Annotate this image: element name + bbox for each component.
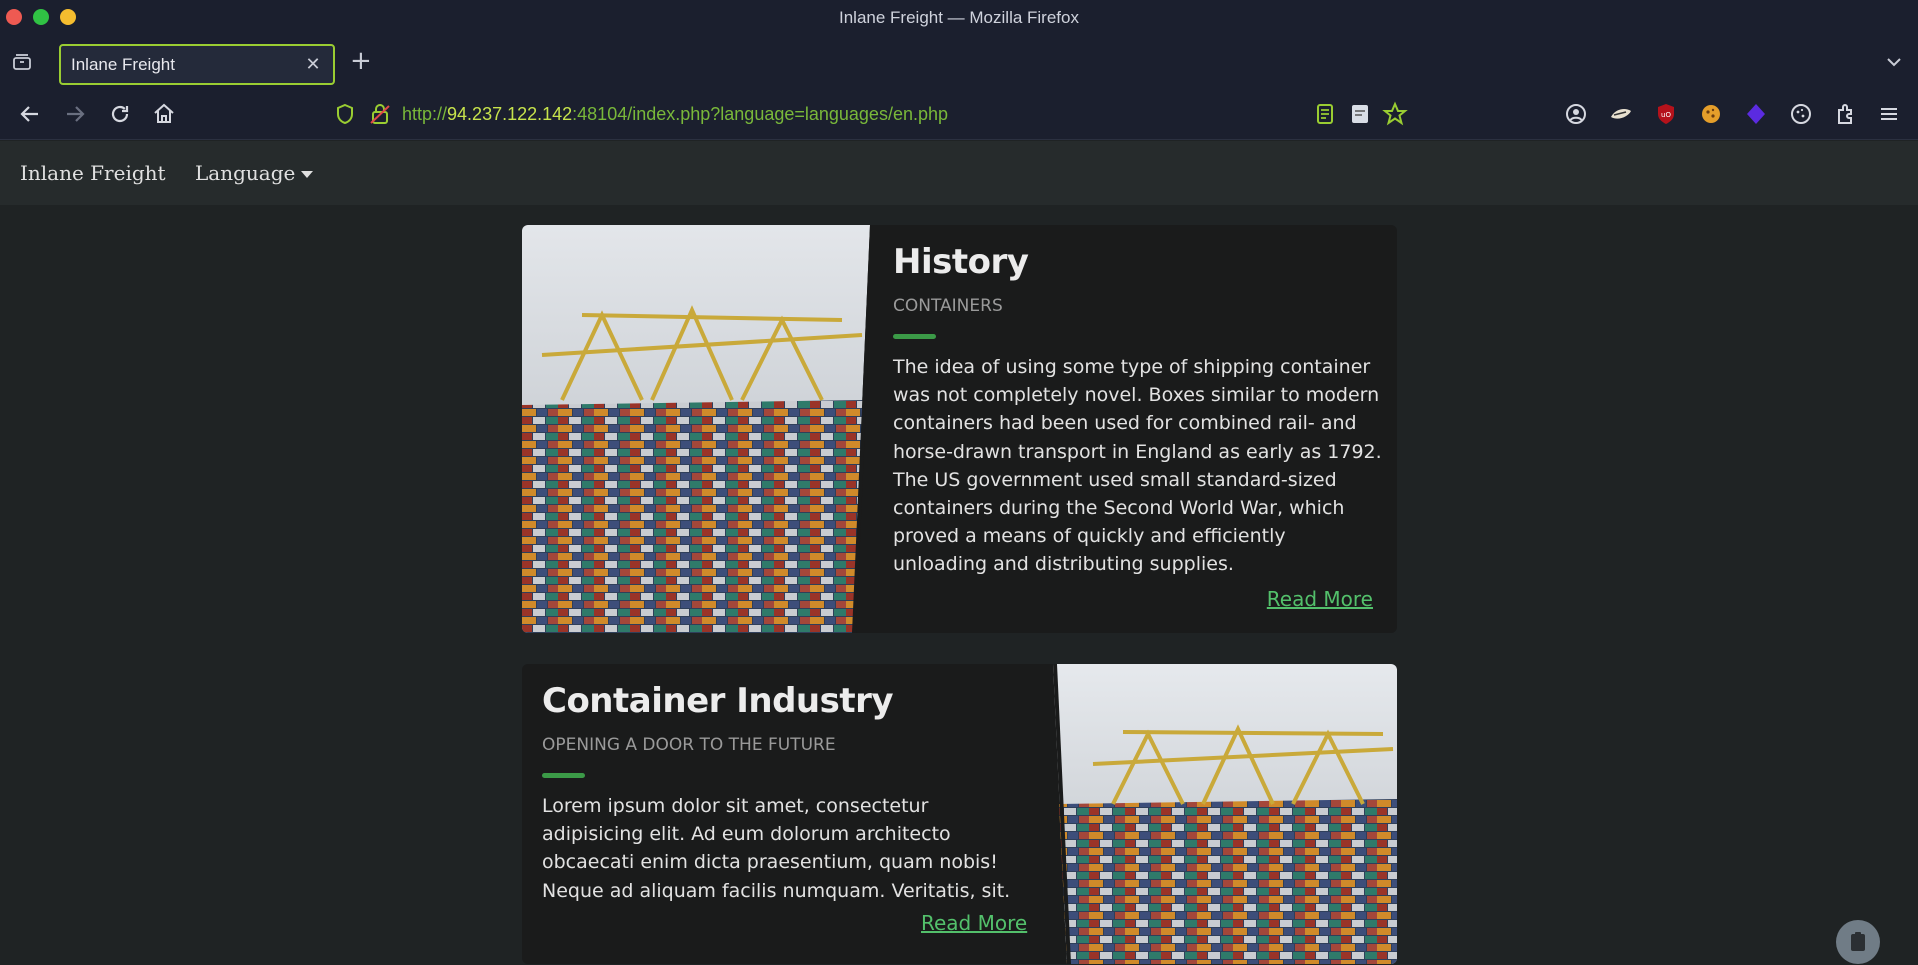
hamburger-menu-icon[interactable] xyxy=(1876,101,1902,127)
caret-down-icon xyxy=(301,171,314,178)
url-host: 94.237.122.142 xyxy=(447,104,573,124)
reload-icon[interactable] xyxy=(107,101,133,127)
cookie-icon[interactable] xyxy=(1788,101,1814,127)
card-text: Lorem ipsum dolor sit amet, consectetur … xyxy=(542,795,1011,902)
site-brand-link[interactable]: Inlane Freight xyxy=(20,161,166,185)
container-port-photo xyxy=(1053,664,1397,964)
extensions-puzzle-icon[interactable] xyxy=(1833,101,1859,127)
clipboard-button[interactable] xyxy=(1836,920,1880,964)
container-industry-card-body: Container Industry OPENING A DOOR TO THE… xyxy=(542,681,1022,905)
lock-icon[interactable] xyxy=(367,101,393,127)
card-subtitle: OPENING A DOOR TO THE FUTURE xyxy=(542,735,836,755)
reader-view-icon[interactable] xyxy=(1312,101,1338,127)
tab-active[interactable]: Inlane Freight ✕ xyxy=(59,44,335,85)
new-tab-button[interactable]: + xyxy=(350,48,372,74)
url-protocol: http:// xyxy=(402,104,448,124)
card-title: History xyxy=(893,242,1029,282)
forward-arrow-icon[interactable] xyxy=(62,101,88,127)
accent-line xyxy=(542,773,585,778)
accent-line xyxy=(893,334,936,339)
back-arrow-icon[interactable] xyxy=(17,101,43,127)
window-titlebar: Inlane Freight — Mozilla Firefox xyxy=(0,0,1918,36)
read-more-link[interactable]: Read More xyxy=(1267,587,1373,611)
close-window-button[interactable] xyxy=(6,9,22,25)
container-port-photo xyxy=(522,225,870,633)
language-label: Language xyxy=(195,161,296,185)
card-subtitle: CONTAINERS xyxy=(893,296,1003,316)
history-card-body: History CONTAINERS The idea of using som… xyxy=(893,242,1383,579)
cookie-extension-icon[interactable] xyxy=(1698,101,1724,127)
svg-text:uO: uO xyxy=(1661,111,1671,119)
tab-strip: Inlane Freight ✕ + xyxy=(0,36,1918,88)
home-icon[interactable] xyxy=(151,101,177,127)
ublock-origin-icon[interactable]: uO xyxy=(1653,101,1679,127)
read-more-link[interactable]: Read More xyxy=(921,911,1027,935)
card-text: The idea of using some type of shipping … xyxy=(893,356,1382,576)
minimize-window-button[interactable] xyxy=(60,9,76,25)
bookmark-star-icon[interactable] xyxy=(1382,101,1408,127)
container-tabs-icon[interactable] xyxy=(1608,101,1634,127)
url-bar[interactable]: http://94.237.122.142:48104/index.php?la… xyxy=(402,104,948,125)
tab-close-icon[interactable]: ✕ xyxy=(303,54,323,75)
shield-icon[interactable] xyxy=(332,101,358,127)
chevron-down-icon[interactable] xyxy=(1884,52,1904,72)
url-path: :48104/index.php?language=languages/en.p… xyxy=(572,104,949,124)
clipboard-icon xyxy=(1851,932,1865,951)
window-controls xyxy=(6,9,76,25)
card-title: Container Industry xyxy=(542,681,894,721)
site-navbar: Inlane Freight Language xyxy=(0,141,1918,205)
maximize-window-button[interactable] xyxy=(33,9,49,25)
history-card: History CONTAINERS The idea of using som… xyxy=(522,225,1397,633)
extension-page-icon[interactable] xyxy=(1347,101,1373,127)
tab-list-icon[interactable] xyxy=(10,50,34,74)
container-industry-card: Container Industry OPENING A DOOR TO THE… xyxy=(522,664,1397,964)
window-title: Inlane Freight — Mozilla Firefox xyxy=(839,8,1079,27)
language-dropdown[interactable]: Language xyxy=(195,161,314,185)
navigation-toolbar: http://94.237.122.142:48104/index.php?la… xyxy=(0,88,1918,140)
diamond-extension-icon[interactable] xyxy=(1743,101,1769,127)
account-icon[interactable] xyxy=(1563,101,1589,127)
tab-title: Inlane Freight xyxy=(71,54,175,74)
